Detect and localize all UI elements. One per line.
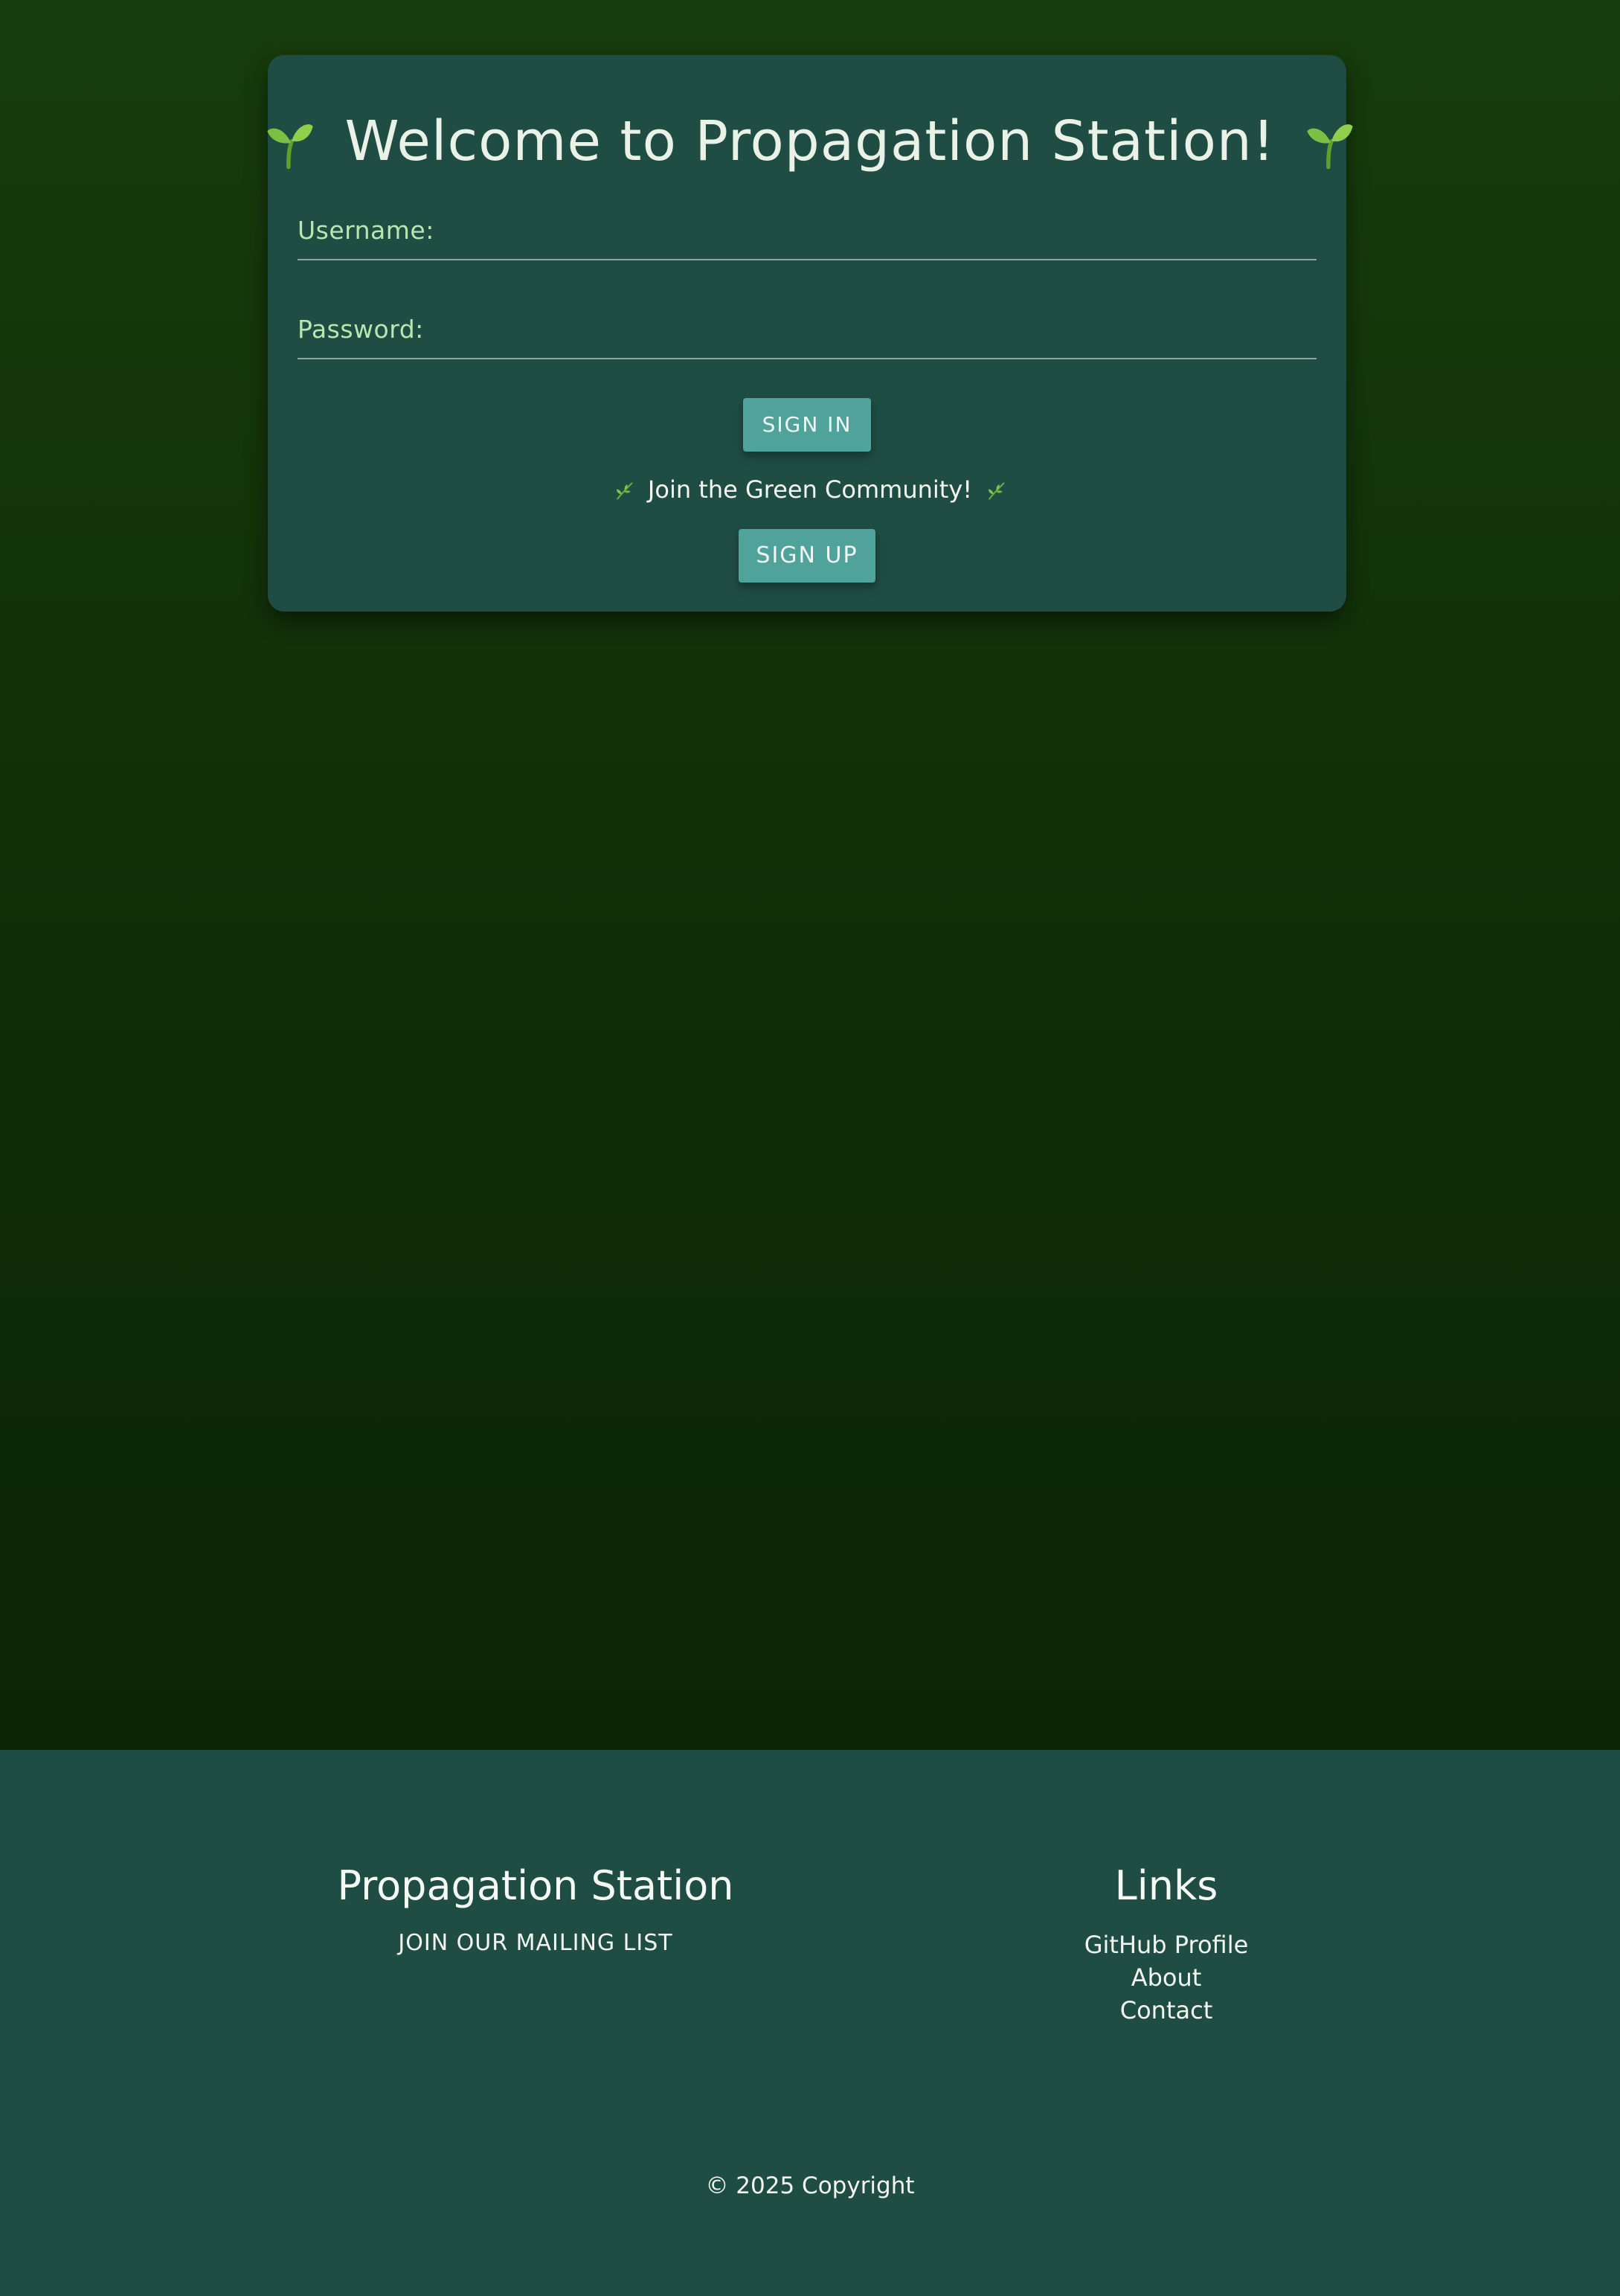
seedling-icon [267, 124, 313, 170]
footer-brand-section: Propagation Station JOIN OUR MAILING LIS… [312, 1860, 759, 1956]
footer-links-list: GitHub Profile About Contact [943, 1928, 1389, 2027]
github-profile-link[interactable]: GitHub Profile [943, 1928, 1389, 1961]
page-title-text: Welcome to Propagation Station! [344, 109, 1276, 173]
community-label: Join the Green Community! [647, 475, 973, 504]
footer-links-heading: Links [1114, 1862, 1218, 1909]
footer: Propagation Station JOIN OUR MAILING LIS… [0, 1750, 1620, 2296]
seedling-icon [1307, 124, 1353, 170]
list-item: GitHub Profile [943, 1928, 1389, 1961]
contact-link[interactable]: Contact [943, 1994, 1389, 2027]
password-label: Password: [298, 315, 424, 344]
page-title: Welcome to Propagation Station! [0, 104, 1620, 179]
username-label: Username: [298, 216, 434, 245]
about-link[interactable]: About [943, 1961, 1389, 1994]
list-item: Contact [943, 1994, 1389, 2027]
password-input[interactable] [424, 315, 1302, 352]
sign-in-button[interactable]: SIGN IN [743, 398, 871, 452]
herb-icon [616, 482, 633, 500]
community-text: Join the Green Community! [0, 473, 1620, 506]
list-item: About [943, 1961, 1389, 1994]
herb-icon [989, 482, 1005, 500]
username-input[interactable] [424, 216, 1302, 253]
sign-up-button[interactable]: SIGN UP [739, 529, 875, 583]
mailing-list-link[interactable]: JOIN OUR MAILING LIST [312, 1930, 759, 1956]
footer-brand-heading: Propagation Station [337, 1862, 734, 1909]
password-field: Password: [298, 315, 1317, 359]
page-background: Welcome to Propagation Station! Username… [0, 0, 1620, 1750]
copyright-text: © 2025 Copyright [705, 2172, 915, 2199]
footer-links-section: Links GitHub Profile About Contact [943, 1860, 1389, 2027]
username-field: Username: [298, 216, 1317, 260]
